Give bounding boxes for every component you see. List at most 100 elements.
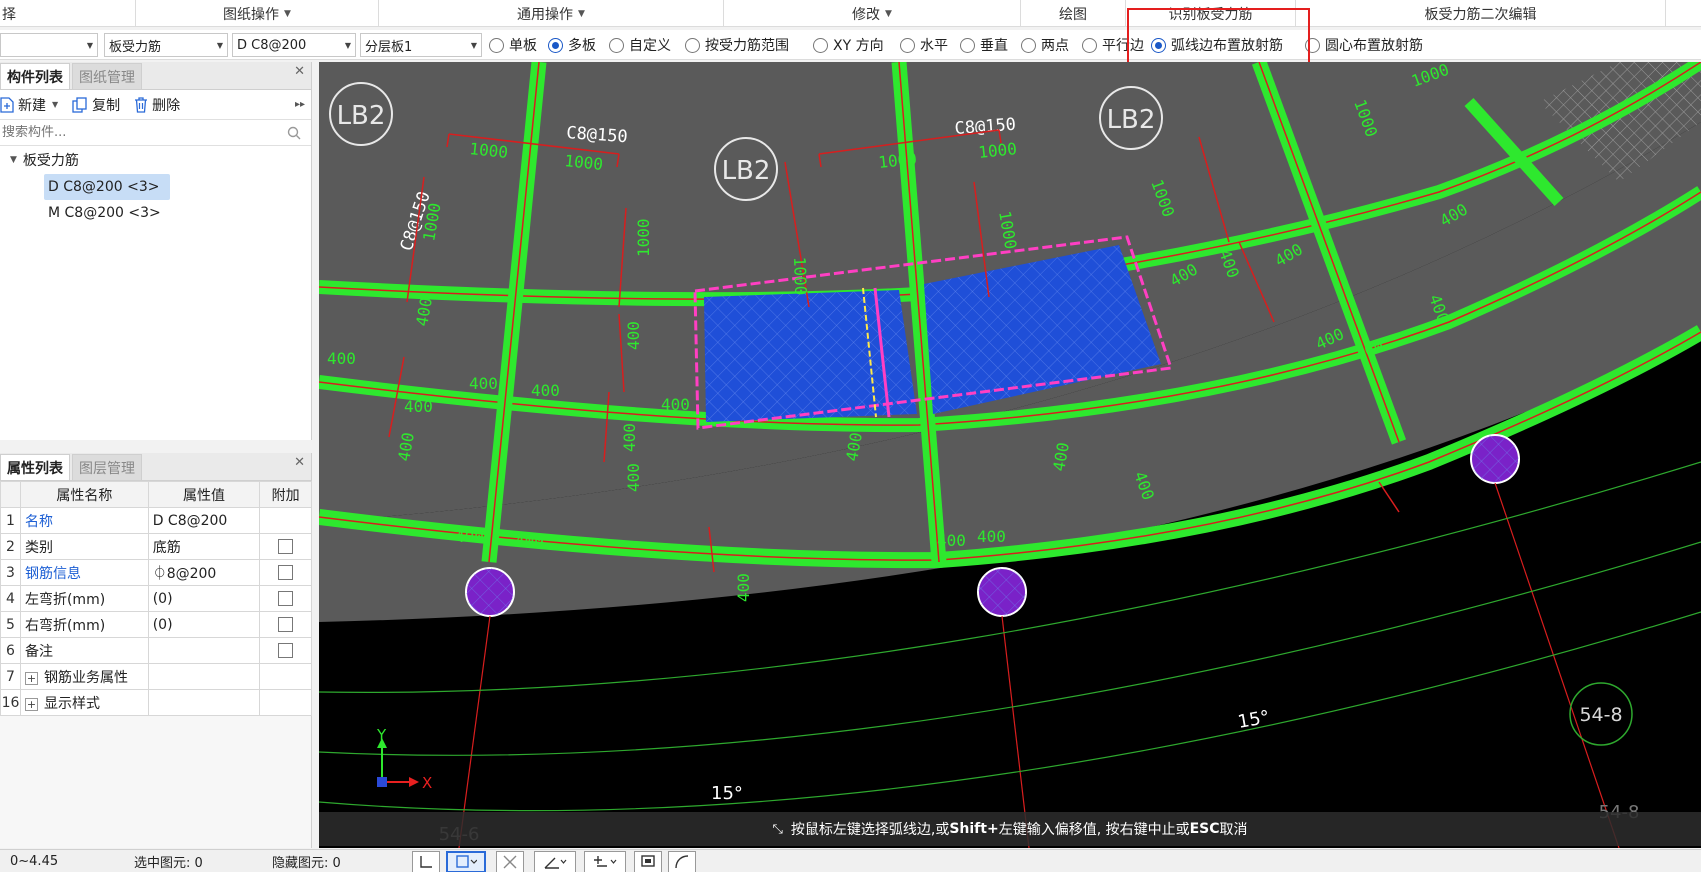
property-row[interactable]: 1 名称 D C8@200 <box>0 507 312 534</box>
extra-checkbox[interactable] <box>278 565 294 580</box>
cad-drawing[interactable]: LB2 LB2 LB2 C8@150 C8@150 C8@150 1000 10… <box>319 62 1701 848</box>
radio-horizontal[interactable]: 水平 <box>900 36 948 54</box>
property-value[interactable]: (0) <box>147 611 261 638</box>
floor-combo[interactable]: ▼ <box>0 33 98 57</box>
ribbon-group-select[interactable]: 择 <box>0 0 136 27</box>
ribbon-group-drawing-ops[interactable]: 图纸操作 ▼ <box>136 0 379 27</box>
radio-dot <box>813 37 828 53</box>
dimension-text: 400 <box>531 381 560 400</box>
extra-checkbox[interactable] <box>278 539 294 554</box>
dimension-text: 1000 <box>790 256 810 295</box>
radio-label: 按受力筋范围 <box>705 38 789 54</box>
property-name: + 显示样式 <box>19 689 149 716</box>
extra-checkbox[interactable] <box>278 591 294 606</box>
expand-icon[interactable]: + <box>24 697 38 711</box>
new-button[interactable]: 新建 ▼ <box>0 95 58 115</box>
copy-button[interactable]: 复制 <box>72 95 120 115</box>
property-value[interactable]: (0) <box>147 585 261 612</box>
search-input[interactable] <box>2 125 282 140</box>
radio-single-slab[interactable]: 单板 <box>489 36 537 54</box>
ucs-y-label: Y <box>376 726 387 744</box>
component-name-combo[interactable]: D C8@200 ▼ <box>232 33 356 57</box>
tab-layer-management[interactable]: 图层管理 <box>72 454 142 480</box>
grid-button[interactable] <box>584 851 626 872</box>
option-toolbar: ▼ 板受力筋 ▼ D C8@200 ▼ 分层板1 ▼ 单板 多板 自定义 按受力筋范围… <box>0 30 1701 60</box>
extra-checkbox[interactable] <box>278 617 294 632</box>
expand-more-icon[interactable]: ▸▸ <box>295 99 305 110</box>
ortho-button[interactable] <box>412 851 440 872</box>
tree-item-label: M C8@200 <3> <box>48 205 161 221</box>
snap-button[interactable] <box>446 851 486 872</box>
curve-button[interactable] <box>668 851 696 872</box>
property-value[interactable] <box>147 663 261 690</box>
radio-multi-slab[interactable]: 多板 <box>548 36 596 54</box>
layer-button[interactable] <box>634 851 662 872</box>
radio-by-rebar-range[interactable]: 按受力筋范围 <box>685 36 789 54</box>
dimension-text: 400 <box>455 527 484 546</box>
ribbon: 择 图纸操作 ▼ 通用操作 ▼ 修改 ▼ 绘图 识别板受力筋 板受力筋二次编辑 <box>0 0 1701 27</box>
radio-two-points[interactable]: 两点 <box>1021 36 1069 54</box>
tree-collapse-icon[interactable]: ▼ <box>10 155 17 165</box>
property-header-row: 属性名称 属性值 附加 <box>0 481 312 508</box>
property-name-text: 类别 <box>24 539 53 556</box>
combo-value: D C8@200 <box>237 37 307 53</box>
header-name: 属性名称 <box>19 481 149 508</box>
property-row[interactable]: 3 钢筋信息 ⏀8@200 <box>0 559 312 586</box>
ucs-origin <box>377 777 387 787</box>
drawing-canvas[interactable]: LB2 LB2 LB2 C8@150 C8@150 C8@150 1000 10… <box>319 62 1701 848</box>
dimension-text: 1000 <box>877 149 917 172</box>
component-type-combo[interactable]: 板受力筋 ▼ <box>104 33 228 57</box>
close-icon[interactable]: ✕ <box>294 455 305 470</box>
property-value[interactable]: D C8@200 <box>147 507 261 534</box>
delete-button[interactable]: 删除 <box>134 95 180 115</box>
property-value[interactable]: ⏀8@200 <box>147 559 261 586</box>
angle-icon <box>544 857 567 869</box>
radio-arc-edge-radial[interactable]: 弧线边布置放射筋 <box>1151 36 1283 54</box>
close-icon[interactable]: ✕ <box>294 64 305 79</box>
property-extra <box>259 611 312 638</box>
property-name: + 钢筋业务属性 <box>19 663 149 690</box>
expand-icon[interactable]: + <box>24 671 38 685</box>
radio-xy-direction[interactable]: XY 方向 <box>813 36 884 54</box>
property-row[interactable]: 16 + 显示样式 <box>0 689 312 716</box>
row-index: 3 <box>0 559 21 586</box>
ribbon-group-identify-rebar[interactable]: 识别板受力筋 <box>1126 0 1296 27</box>
ribbon-group-rebar-edit[interactable]: 板受力筋二次编辑 <box>1296 0 1666 27</box>
ribbon-group-general-ops[interactable]: 通用操作 ▼ <box>379 0 724 27</box>
property-value[interactable]: 底筋 <box>147 533 261 560</box>
property-row[interactable]: 6 备注 <box>0 637 312 664</box>
tab-drawing-management[interactable]: 图纸管理 <box>72 63 142 89</box>
chevron-down-icon: ▼ <box>344 40 351 50</box>
tree-item[interactable]: M C8@200 <3> <box>44 200 311 226</box>
radio-vertical[interactable]: 垂直 <box>960 36 1008 54</box>
tab-property-list[interactable]: 属性列表 <box>0 454 70 480</box>
search-icon[interactable] <box>287 126 301 140</box>
caret-down-icon: ▼ <box>885 8 892 19</box>
property-row[interactable]: 5 右弯折(mm) (0) <box>0 611 312 638</box>
radio-custom[interactable]: 自定义 <box>609 36 671 54</box>
property-row[interactable]: 4 左弯折(mm) (0) <box>0 585 312 612</box>
layer-combo[interactable]: 分层板1 ▼ <box>360 33 482 57</box>
ribbon-group-modify[interactable]: 修改 ▼ <box>724 0 1021 27</box>
tree-root[interactable]: ▼ 板受力筋 <box>0 146 311 174</box>
radio-parallel-edge[interactable]: 平行边 <box>1082 36 1144 54</box>
radio-label: 圆心布置放射筋 <box>1325 38 1423 54</box>
polar-button[interactable] <box>534 851 576 872</box>
property-name: 右弯折(mm) <box>19 611 149 638</box>
property-row[interactable]: 7 + 钢筋业务属性 <box>0 663 312 690</box>
dynamic-input-button[interactable] <box>496 851 524 872</box>
status-bar: 0~4.45 选中图元: 0 隐藏图元: 0 <box>0 849 1701 872</box>
tree-item[interactable]: D C8@200 <3> <box>44 174 170 200</box>
property-value[interactable] <box>147 689 261 716</box>
property-row[interactable]: 2 类别 底筋 <box>0 533 312 560</box>
tab-component-list[interactable]: 构件列表 <box>0 63 70 89</box>
extra-checkbox[interactable] <box>278 643 294 658</box>
property-extra <box>259 663 312 690</box>
radio-center-radial[interactable]: 圆心布置放射筋 <box>1305 36 1423 54</box>
cross-icon <box>503 855 517 869</box>
dimension-text: 400 <box>937 531 966 550</box>
ribbon-group-draw[interactable]: 绘图 <box>1021 0 1126 27</box>
property-extra <box>259 507 312 534</box>
radio-label: 平行边 <box>1102 38 1144 54</box>
property-value[interactable] <box>147 637 261 664</box>
